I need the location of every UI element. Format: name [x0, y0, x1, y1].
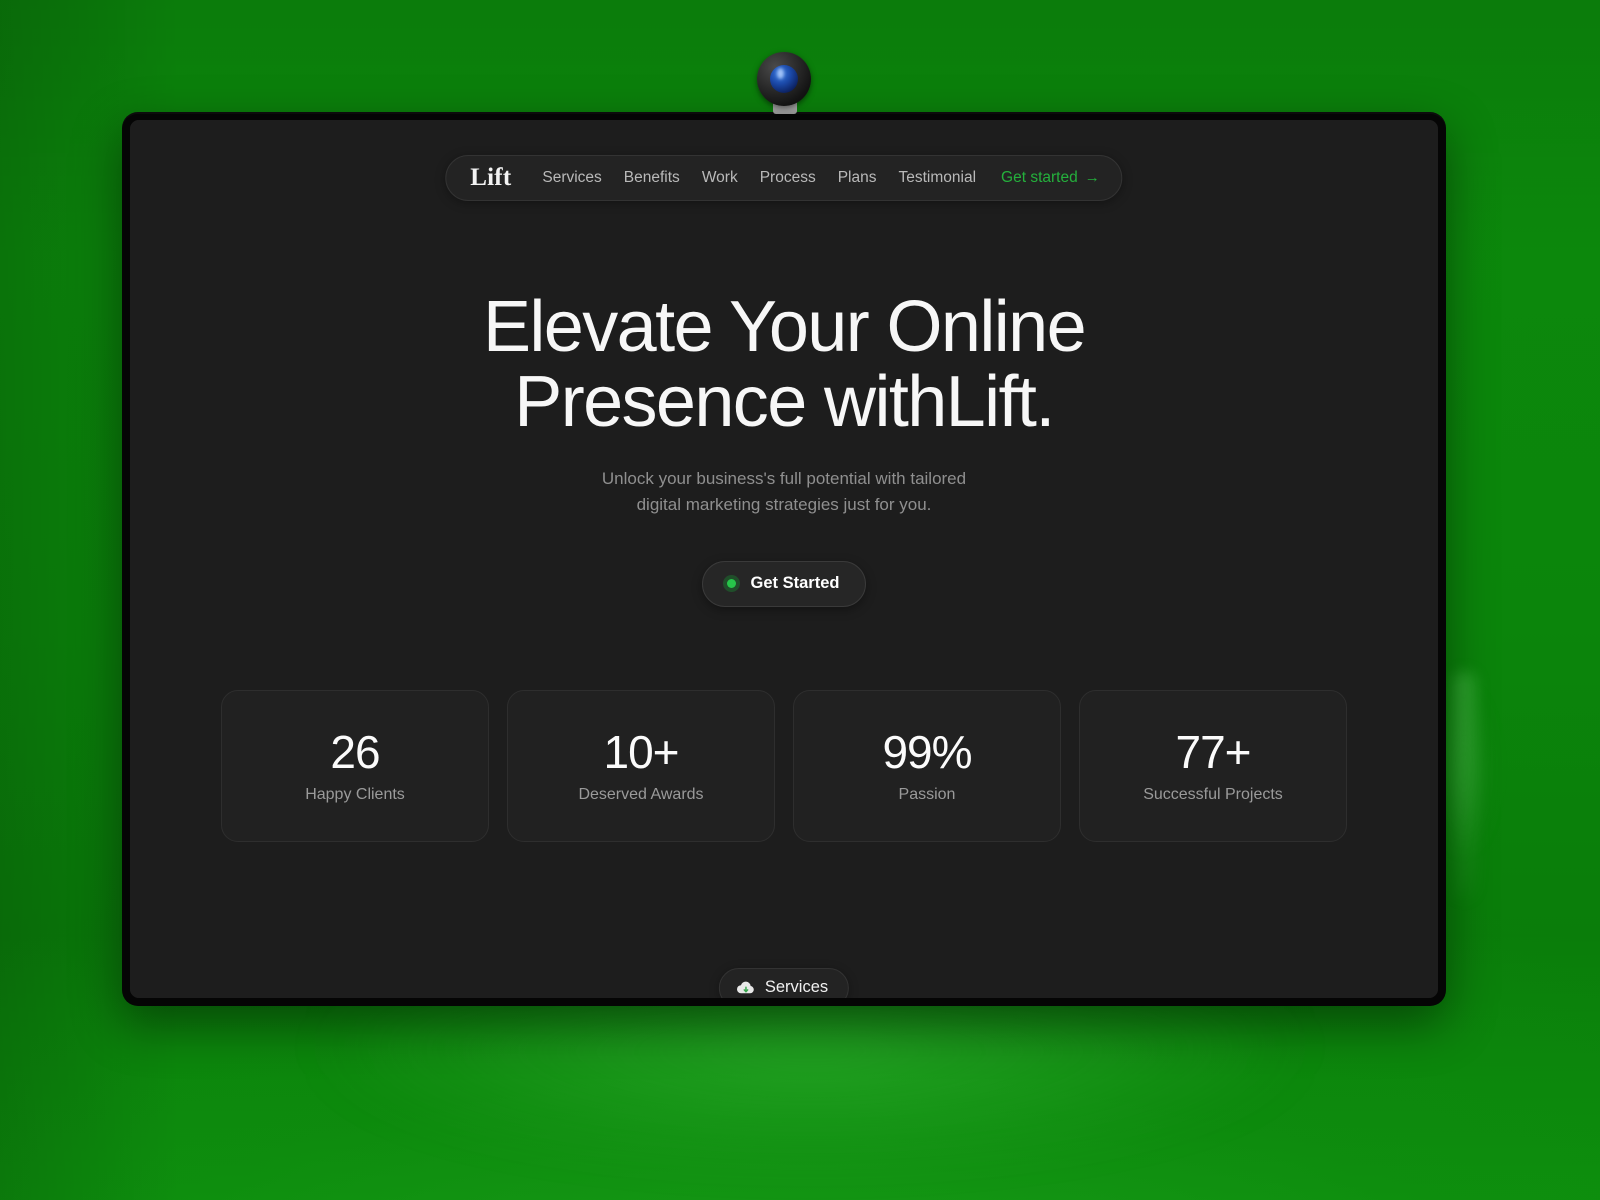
stat-label: Successful Projects: [1143, 786, 1283, 803]
monitor-screen: Lift Services Benefits Work Process Plan…: [130, 120, 1438, 998]
arrow-right-icon: →: [1084, 169, 1100, 186]
brand-logo[interactable]: Lift: [470, 165, 511, 190]
stat-card-deserved-awards[interactable]: 10+ Deserved Awards: [507, 690, 775, 842]
main-navbar[interactable]: Lift Services Benefits Work Process Plan…: [445, 155, 1123, 201]
hero-cta-wrapper: Get Started: [130, 561, 1438, 608]
nav-item-testimonial[interactable]: Testimonial: [898, 170, 976, 186]
stat-value: 26: [330, 726, 380, 778]
hero-title-line-2: Presence withLift.: [514, 361, 1055, 442]
nav-item-benefits[interactable]: Benefits: [624, 170, 680, 186]
webpage: Lift Services Benefits Work Process Plan…: [130, 120, 1438, 998]
backdrop-highlight-strip: [1452, 672, 1476, 900]
hero-subtitle-line-1: Unlock your business's full potential wi…: [601, 468, 967, 488]
hero-subtitle: Unlock your business's full potential wi…: [584, 466, 984, 518]
services-pill-label: Services: [764, 978, 829, 996]
nav-item-process[interactable]: Process: [760, 170, 816, 186]
webcam-lens-icon: [770, 65, 798, 93]
stat-label: Passion: [898, 786, 956, 803]
get-started-button[interactable]: Get Started: [701, 561, 867, 608]
stat-value: 99%: [882, 726, 972, 778]
hero-subtitle-line-2: digital marketing strategies just for yo…: [636, 494, 932, 514]
webcam: [757, 52, 813, 114]
nav-item-work[interactable]: Work: [702, 170, 738, 186]
hero-section: Elevate Your Online Presence withLift. U…: [130, 290, 1438, 608]
nav-get-started-label: Get started: [1001, 168, 1078, 186]
services-section-pill[interactable]: Services: [718, 968, 850, 998]
get-started-button-label: Get Started: [750, 574, 840, 593]
backdrop-floor-glow: [180, 1000, 1440, 1200]
stat-label: Deserved Awards: [578, 786, 704, 803]
page-title: Elevate Your Online Presence withLift.: [404, 290, 1164, 440]
cloud-download-icon: [736, 980, 756, 996]
stat-value: 77+: [1175, 726, 1251, 778]
stat-value: 10+: [603, 726, 679, 778]
stat-card-happy-clients[interactable]: 26 Happy Clients: [221, 690, 489, 842]
monitor: Lift Services Benefits Work Process Plan…: [122, 112, 1446, 1006]
stat-label: Happy Clients: [305, 786, 405, 803]
nav-item-plans[interactable]: Plans: [838, 170, 877, 186]
nav-item-services[interactable]: Services: [542, 170, 601, 186]
nav-get-started-link[interactable]: Get started →: [1001, 170, 1100, 186]
status-dot-icon: [722, 575, 740, 593]
stat-card-passion[interactable]: 99% Passion: [793, 690, 1061, 842]
webcam-lens-glint: [777, 68, 784, 79]
stat-card-successful-projects[interactable]: 77+ Successful Projects: [1079, 690, 1347, 842]
stats-row: 26 Happy Clients 10+ Deserved Awards 99%…: [221, 690, 1347, 842]
webcam-body: [757, 52, 811, 106]
desk-scene: Lift Services Benefits Work Process Plan…: [0, 0, 1600, 1200]
hero-title-line-1: Elevate Your Online: [482, 287, 1087, 367]
